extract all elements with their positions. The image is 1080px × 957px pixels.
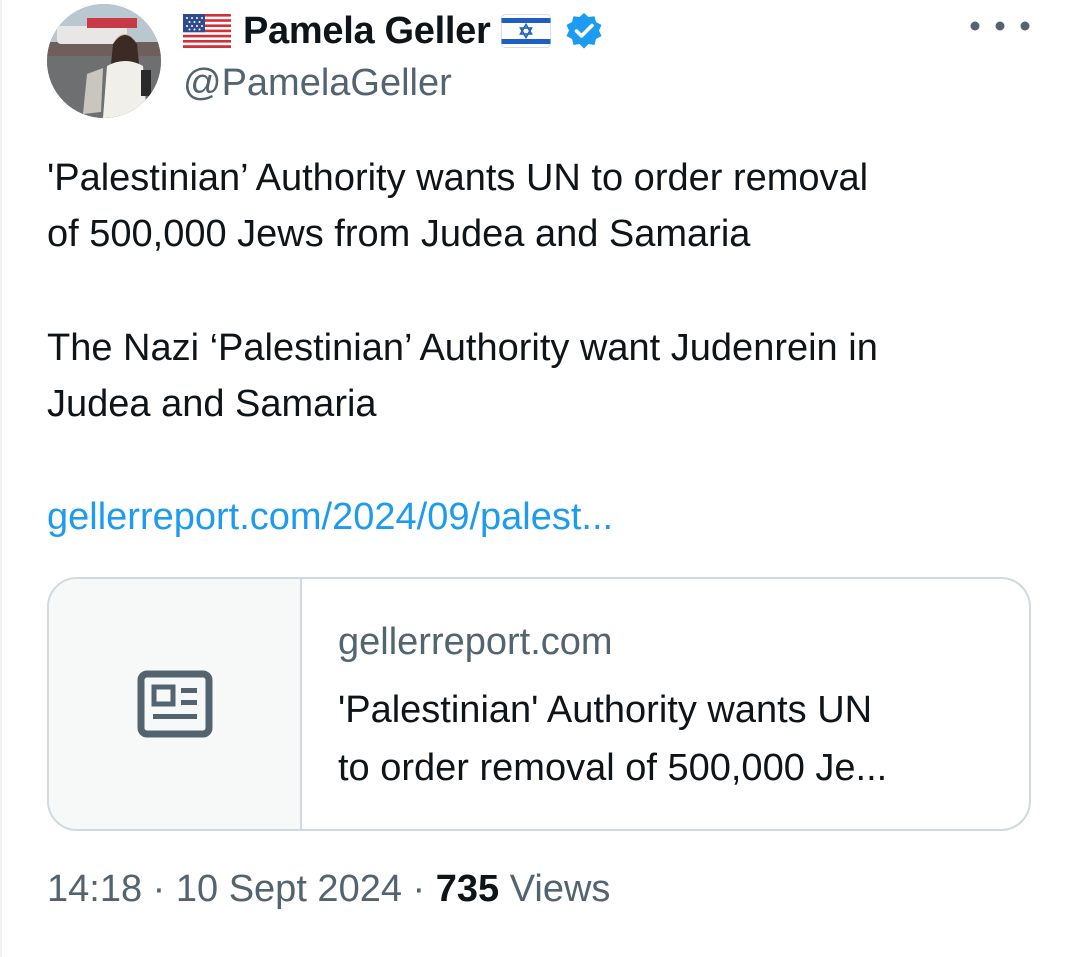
tweet-time[interactable]: 14:18 — [47, 868, 142, 910]
profile-photo-icon — [47, 4, 161, 118]
author-display-name[interactable]: Pamela Geller — [243, 10, 491, 53]
tweet-text-line: of 500,000 Jews from Judea and Samaria — [47, 213, 751, 255]
card-domain: gellerreport.com — [338, 621, 613, 663]
author-handle[interactable]: @PamelaGeller — [183, 62, 452, 105]
card-title-line: 'Palestinian' Authority wants UN — [338, 689, 873, 731]
card-title: 'Palestinian' Authority wants UN to orde… — [338, 681, 998, 797]
meta-separator: · — [401, 868, 436, 910]
tweet-text-line: 'Palestinian’ Authority wants UN to orde… — [47, 157, 869, 199]
meta-separator: · — [142, 868, 176, 910]
more-options-icon[interactable] — [960, 4, 1040, 48]
tweet-date[interactable]: 10 Sept 2024 — [176, 868, 402, 910]
tweet-text-line: The Nazi ‘Palestinian’ Authority want Ju… — [47, 327, 878, 369]
israel-flag-icon — [501, 14, 552, 48]
card-title-line: to order removal of 500,000 Je... — [338, 747, 888, 789]
views-count[interactable]: 735 — [436, 868, 499, 910]
verified-badge-icon[interactable] — [564, 11, 604, 51]
author-name-row: Pamela Geller — [183, 6, 604, 56]
views-label: Views — [509, 868, 611, 910]
avatar[interactable] — [47, 4, 161, 118]
link-preview-card[interactable]: gellerreport.com 'Palestinian' Authority… — [47, 577, 1031, 831]
us-flag-icon — [183, 14, 231, 48]
tweet-meta: 14:18 · 10 Sept 2024 · 735 Views — [47, 868, 610, 911]
tweet-text-line: Judea and Samaria — [47, 383, 377, 425]
news-article-icon — [137, 670, 213, 738]
left-divider — [0, 0, 2, 957]
tweet-link[interactable]: gellerreport.com/2024/09/palest... — [47, 496, 613, 538]
card-media — [49, 579, 302, 829]
